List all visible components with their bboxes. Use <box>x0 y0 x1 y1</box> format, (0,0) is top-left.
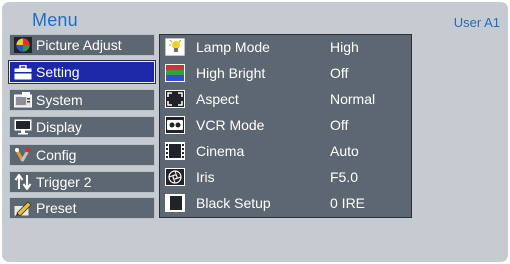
menu-item-system[interactable]: System <box>9 89 155 111</box>
setting-value: Off <box>330 117 349 133</box>
monitor-icon <box>13 119 33 135</box>
menu-item-label: Display <box>36 119 82 135</box>
setting-value: High <box>330 39 359 55</box>
menu-item-trigger-2[interactable]: Trigger 2 <box>9 171 155 193</box>
iris-icon <box>164 168 186 186</box>
menu-item-label: Setting <box>36 64 80 80</box>
menu-title: Menu <box>32 10 78 30</box>
setting-label: Lamp Mode <box>196 39 270 55</box>
menu-item-preset[interactable]: Preset <box>9 197 155 219</box>
menu-item-display[interactable]: Display <box>9 116 155 138</box>
setting-row-vcr-mode[interactable]: VCR Mode Off <box>162 114 409 136</box>
setting-value: Normal <box>330 91 376 107</box>
vcr-icon <box>164 116 186 134</box>
rgb-bars-icon <box>164 64 186 82</box>
toolbox-icon <box>13 64 33 80</box>
setting-label: VCR Mode <box>196 117 265 133</box>
setting-label: Black Setup <box>196 195 271 211</box>
menu-item-label: Picture Adjust <box>36 37 122 53</box>
setting-label: Iris <box>196 169 215 185</box>
setting-row-cinema[interactable]: Cinema Auto <box>162 140 409 162</box>
pencil-icon <box>13 200 33 216</box>
film-icon <box>164 142 186 160</box>
menu-item-config[interactable]: Config <box>9 144 155 166</box>
menu-item-label: Config <box>36 147 77 163</box>
setting-label: Cinema <box>196 143 245 159</box>
color-circles-icon <box>13 37 33 53</box>
setting-value: F5.0 <box>330 169 359 185</box>
menu-item-picture-adjust[interactable]: Picture Adjust <box>9 34 155 56</box>
aspect-icon <box>164 90 186 108</box>
menu-item-setting[interactable]: Setting <box>8 60 156 84</box>
trigger-arrows-icon <box>13 174 33 190</box>
menu-item-label: System <box>36 92 83 108</box>
setting-value: Auto <box>330 143 359 159</box>
setting-label: High Bright <box>196 65 266 81</box>
setting-panel: Lamp Mode High High Bright Off Aspect No… <box>159 34 412 218</box>
setting-value: 0 IRE <box>330 195 366 211</box>
osd-menu-window: Menu User A1 Picture Adjust Setting Syst… <box>2 2 508 262</box>
menu-item-label: Trigger 2 <box>36 174 92 190</box>
left-menu: Picture Adjust Setting System Display Co… <box>8 34 157 219</box>
setting-row-lamp-mode[interactable]: Lamp Mode High <box>162 36 409 58</box>
menu-item-label: Preset <box>36 200 77 216</box>
system-icon <box>13 92 33 108</box>
tools-icon <box>13 147 33 163</box>
black-setup-icon <box>164 194 186 212</box>
setting-row-iris[interactable]: Iris F5.0 <box>162 166 409 188</box>
setting-label: Aspect <box>196 91 239 107</box>
setting-row-black-setup[interactable]: Black Setup 0 IRE <box>162 192 409 214</box>
setting-row-aspect[interactable]: Aspect Normal <box>162 88 409 110</box>
user-label: User A1 <box>453 15 500 30</box>
setting-value: Off <box>330 65 349 81</box>
lamp-icon <box>164 38 186 56</box>
setting-row-high-bright[interactable]: High Bright Off <box>162 62 409 84</box>
